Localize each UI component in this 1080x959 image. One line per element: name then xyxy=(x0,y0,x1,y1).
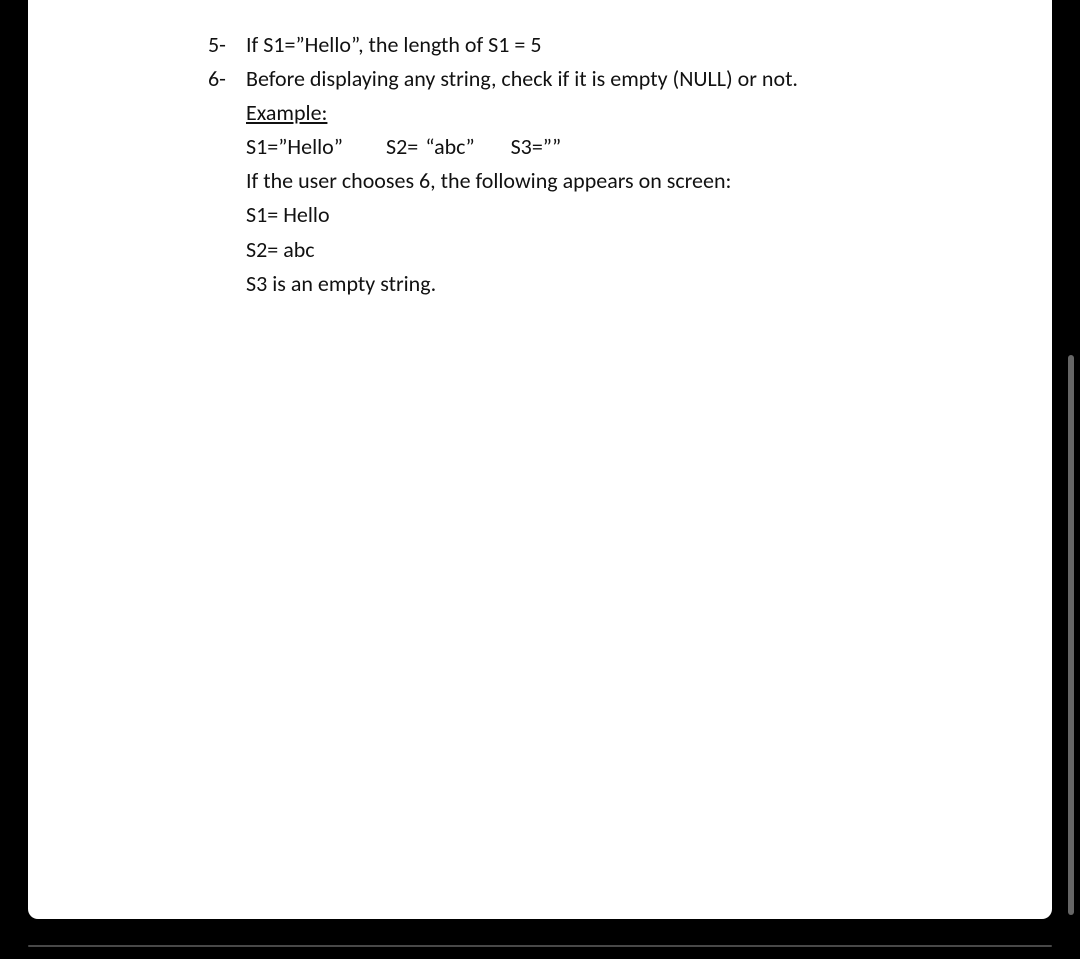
example-label: Example: xyxy=(246,96,992,130)
document-page: 5- If S1=”Hello”, the length of S1 = 5 6… xyxy=(28,0,1052,919)
var-s2: S2= “abc” xyxy=(386,133,475,160)
var-s1: S1=”Hello” xyxy=(246,133,343,160)
item-6-lead: Before displaying any string, check if i… xyxy=(246,62,992,96)
horizontal-scrollbar[interactable] xyxy=(28,945,1052,947)
vars-line: S1=”Hello” S2= “abc” S3=”” xyxy=(246,130,992,164)
item-5-text: If S1=”Hello”, the length of S1 = 5 xyxy=(246,31,541,58)
list-item-6: 6- Before displaying any string, check i… xyxy=(208,62,992,301)
document-content: 5- If S1=”Hello”, the length of S1 = 5 6… xyxy=(208,28,992,301)
output-s3: S3 is an empty string. xyxy=(246,267,992,301)
list-item-body: Before displaying any string, check if i… xyxy=(246,62,992,301)
vertical-scrollbar[interactable] xyxy=(1066,0,1074,920)
list-item-body: If S1=”Hello”, the length of S1 = 5 xyxy=(246,28,992,62)
var-s3: S3=”” xyxy=(511,133,562,160)
list-marker: 6- xyxy=(208,62,246,301)
output-s1: S1= Hello xyxy=(246,198,992,232)
output-s2: S2= abc xyxy=(246,233,992,267)
list-marker: 5- xyxy=(208,28,246,62)
vertical-scroll-thumb[interactable] xyxy=(1068,355,1074,915)
list-item-5: 5- If S1=”Hello”, the length of S1 = 5 xyxy=(208,28,992,62)
choose-line: If the user chooses 6, the following app… xyxy=(246,164,992,198)
